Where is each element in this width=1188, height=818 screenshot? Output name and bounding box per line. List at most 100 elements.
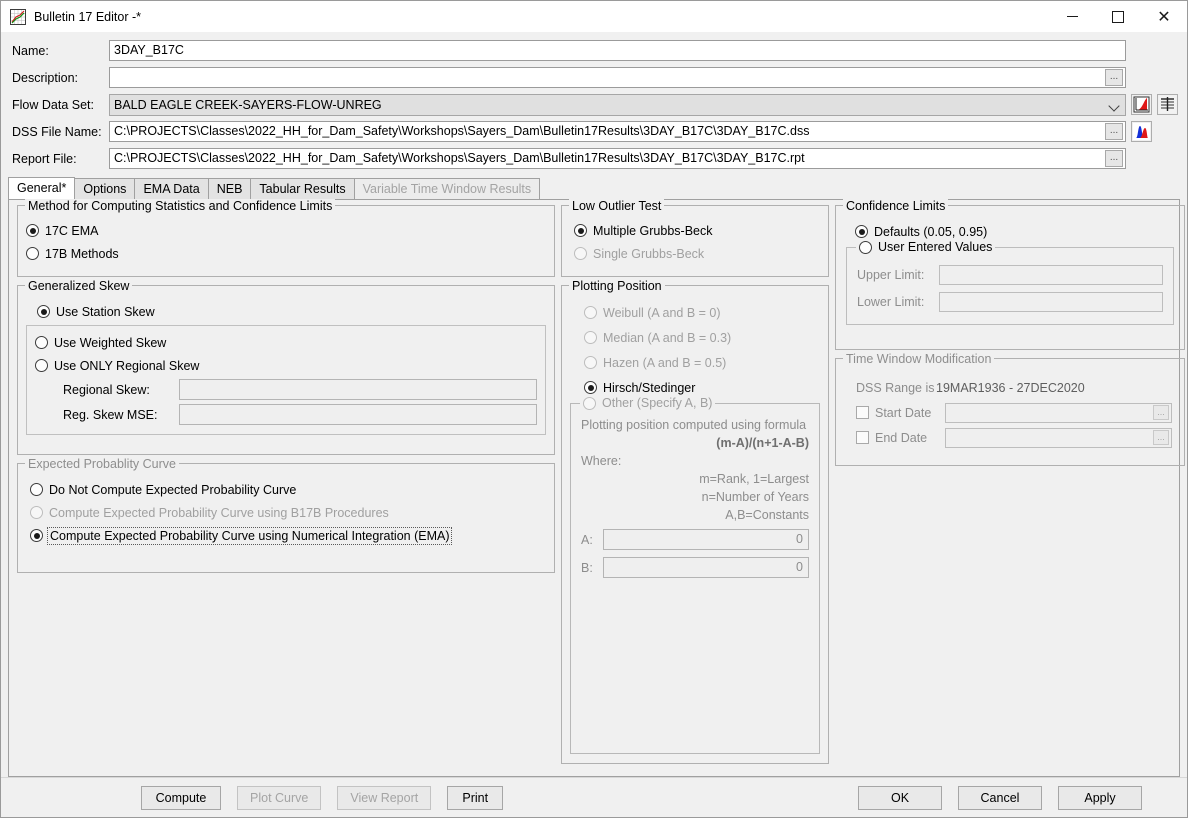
radio-label: Compute Expected Probability Curve using… xyxy=(46,526,453,545)
radio-label: Defaults (0.05, 0.95) xyxy=(874,224,988,239)
end-date-checkbox[interactable] xyxy=(856,431,869,444)
close-icon[interactable]: ✕ xyxy=(1141,1,1187,32)
radio-17c-ema[interactable]: 17C EMA xyxy=(26,219,546,242)
histogram-icon-button[interactable] xyxy=(1131,121,1152,142)
right-button-group: OK Cancel Apply xyxy=(858,785,1142,810)
apply-button[interactable]: Apply xyxy=(1058,785,1142,810)
name-row: Name: 3DAY_B17C xyxy=(12,38,1178,63)
report-file-label: Report File: xyxy=(12,151,77,166)
flow-data-set-row: Flow Data Set: BALD EAGLE CREEK-SAYERS-F… xyxy=(12,92,1178,117)
description-input[interactable] xyxy=(109,67,1126,88)
radio-icon xyxy=(30,529,43,542)
radio-epc-numerical-integration[interactable]: Compute Expected Probability Curve using… xyxy=(26,524,546,547)
b-constant-row: B: 0 xyxy=(581,555,809,580)
flow-data-set-label: Flow Data Set: xyxy=(12,97,94,112)
radio-17b-methods[interactable]: 17B Methods xyxy=(26,242,546,265)
tab-variable-time-window-results: Variable Time Window Results xyxy=(353,178,541,199)
radio-label: Hirsch/Stedinger xyxy=(603,380,696,395)
time-window-modification-group: Time Window Modification DSS Range is 19… xyxy=(835,352,1185,466)
report-file-input[interactable]: C:\PROJECTS\Classes\2022_HH_for_Dam_Safe… xyxy=(109,148,1126,169)
maximize-icon[interactable] xyxy=(1095,1,1141,32)
regional-skew-row: Regional Skew: xyxy=(35,377,537,402)
radio-icon xyxy=(584,381,597,394)
radio-icon xyxy=(30,483,43,496)
plot-icon-button[interactable] xyxy=(1131,94,1152,115)
reg-skew-mse-label: Reg. Skew MSE: xyxy=(63,407,158,422)
right-column: Confidence Limits Defaults (0.05, 0.95) … xyxy=(835,199,1185,772)
radio-other-specify: Other (Specify A, B) xyxy=(580,396,716,410)
left-column: Method for Computing Statistics and Conf… xyxy=(13,199,555,772)
radio-icon xyxy=(30,506,43,519)
radio-multiple-grubbs-beck[interactable]: Multiple Grubbs-Beck xyxy=(570,219,820,242)
time-window-group-title: Time Window Modification xyxy=(843,352,995,366)
tab-options[interactable]: Options xyxy=(74,178,136,199)
radio-icon xyxy=(584,306,597,319)
radio-weibull: Weibull (A and B = 0) xyxy=(570,300,820,325)
bottom-button-bar: Compute Plot Curve View Report Print OK … xyxy=(1,777,1187,817)
a-constant-label: A: xyxy=(581,532,593,547)
cancel-button[interactable]: Cancel xyxy=(958,785,1042,810)
reg-skew-mse-row: Reg. Skew MSE: xyxy=(35,402,537,427)
flow-data-set-value: BALD EAGLE CREEK-SAYERS-FLOW-UNREG xyxy=(114,97,382,112)
radio-icon xyxy=(35,359,48,372)
flow-data-set-combo[interactable]: BALD EAGLE CREEK-SAYERS-FLOW-UNREG xyxy=(109,93,1126,116)
radio-label: Use Station Skew xyxy=(56,304,155,319)
a-constant-input: 0 xyxy=(603,529,809,550)
ok-button[interactable]: OK xyxy=(858,785,942,810)
radio-icon xyxy=(855,225,868,238)
tab-neb[interactable]: NEB xyxy=(207,178,252,199)
dss-file-input[interactable]: C:\PROJECTS\Classes\2022_HH_for_Dam_Safe… xyxy=(109,121,1126,142)
formula-block: Plotting position computed using formula… xyxy=(581,416,809,524)
table-icon-button[interactable] xyxy=(1157,94,1178,115)
radio-label: Multiple Grubbs-Beck xyxy=(593,223,713,238)
radio-label: Other (Specify A, B) xyxy=(602,396,713,410)
chart-line-icon xyxy=(10,8,26,25)
epc-group-title: Expected Probablity Curve xyxy=(25,457,179,471)
reg-skew-mse-input[interactable] xyxy=(179,404,537,425)
low-outlier-test-group: Low Outlier Test Multiple Grubbs-Beck Si… xyxy=(561,199,829,277)
description-label: Description: xyxy=(12,70,78,85)
radio-do-not-compute-epc[interactable]: Do Not Compute Expected Probability Curv… xyxy=(26,478,546,501)
radio-label: 17B Methods xyxy=(45,246,119,261)
b-constant-input: 0 xyxy=(603,557,809,578)
radio-use-station-skew[interactable]: Use Station Skew xyxy=(26,300,546,323)
end-date-browse-button: ... xyxy=(1153,430,1169,445)
plot-curve-button: Plot Curve xyxy=(237,785,322,810)
radio-epc-b17b: Compute Expected Probability Curve using… xyxy=(26,501,546,524)
chevron-down-icon xyxy=(1109,99,1121,111)
radio-use-weighted-skew[interactable]: Use Weighted Skew xyxy=(35,331,537,354)
start-date-checkbox[interactable] xyxy=(856,406,869,419)
print-button[interactable]: Print xyxy=(447,785,504,810)
regional-skew-input[interactable] xyxy=(179,379,537,400)
b-constant-label: B: xyxy=(581,560,593,575)
dss-file-browse-button[interactable]: ... xyxy=(1105,123,1123,140)
lower-limit-label: Lower Limit: xyxy=(857,294,925,309)
tab-tabular-results[interactable]: Tabular Results xyxy=(250,178,355,199)
end-date-input: ... xyxy=(945,427,1172,448)
radio-hazen: Hazen (A and B = 0.5) xyxy=(570,350,820,375)
radio-icon xyxy=(584,331,597,344)
radio-icon xyxy=(35,336,48,349)
a-constant-row: A: 0 xyxy=(581,527,809,552)
name-label: Name: xyxy=(12,43,49,58)
minimize-icon[interactable] xyxy=(1049,1,1095,32)
generalized-skew-group-title: Generalized Skew xyxy=(25,279,133,293)
tab-general[interactable]: General* xyxy=(8,177,76,199)
radio-icon xyxy=(574,247,587,260)
report-file-browse-button[interactable]: ... xyxy=(1105,150,1123,167)
window-title: Bulletin 17 Editor -* xyxy=(34,9,142,24)
lower-limit-input xyxy=(939,291,1163,312)
other-specify-group: Other (Specify A, B) Plotting position c… xyxy=(570,396,820,754)
compute-button[interactable]: Compute xyxy=(141,785,221,810)
radio-label: Weibull (A and B = 0) xyxy=(603,305,721,320)
description-browse-button[interactable]: ... xyxy=(1105,69,1123,86)
tab-ema-data[interactable]: EMA Data xyxy=(134,178,209,199)
start-date-row: Start Date ... xyxy=(846,400,1172,425)
radio-single-grubbs-beck: Single Grubbs-Beck xyxy=(570,242,820,265)
radio-user-entered-values[interactable]: User Entered Values xyxy=(856,240,996,254)
dss-range-value: 19MAR1936 - 27DEC2020 xyxy=(936,380,1085,395)
name-input[interactable]: 3DAY_B17C xyxy=(109,40,1126,61)
regional-skew-label: Regional Skew: xyxy=(63,382,150,397)
radio-use-only-regional-skew[interactable]: Use ONLY Regional Skew xyxy=(35,354,537,377)
where-line-2: n=Number of Years xyxy=(701,490,809,504)
